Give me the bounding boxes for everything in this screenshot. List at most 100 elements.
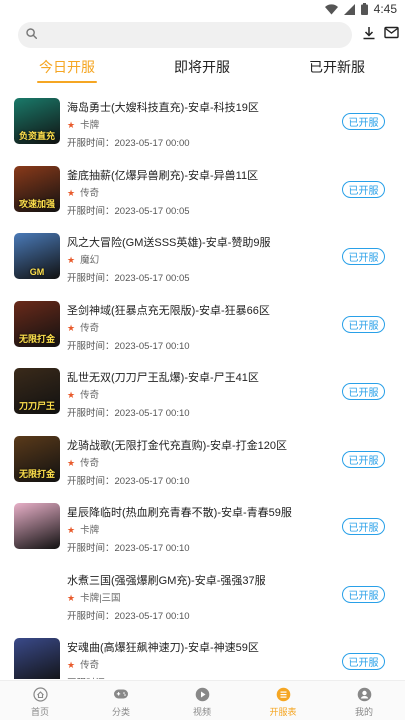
server-info: 安魂曲(高爆狂飙神速刀)-安卓-神速59区 ★ 传奇开服时间：2023-05-17 … <box>67 641 337 679</box>
open-time-value: 2023-05-17 00:10 <box>115 678 190 679</box>
open-time-label: 开服时间： <box>67 475 115 487</box>
nav-label: 开服表 <box>269 707 297 717</box>
server-info: 海岛勇士(大嫂科技直充)-安卓-科技19区 ★ 卡牌开服时间：2023-05-17 … <box>67 101 337 150</box>
game-thumbnail[interactable]: 负资直充 <box>14 98 60 144</box>
server-title[interactable]: 水煮三国(强强爆刷GM充)-安卓-强强37服 <box>67 574 337 588</box>
category-label: 传奇 <box>80 457 100 469</box>
server-row[interactable]: 负资直充 海岛勇士(大嫂科技直充)-安卓-科技19区 ★ 卡牌开服时间：2023-05… <box>0 92 405 160</box>
server-row[interactable]: 星辰降临时(热血刷充青春不散)-安卓-青春59服 ★ 卡牌 开服时间：2023-05-… <box>0 497 405 565</box>
game-thumbnail[interactable] <box>14 503 60 549</box>
opened-button[interactable]: 已开服 <box>342 518 385 535</box>
server-info: 水煮三国(强强爆刷GM充)-安卓-强强37服 ★ 卡牌|三国 开服时间：2023-05… <box>67 574 337 623</box>
user-icon <box>356 686 372 702</box>
server-list-icon <box>275 686 291 702</box>
open-time-label: 开服时间： <box>67 340 115 352</box>
open-time-value: 2023-05-17 00:05 <box>114 205 190 217</box>
category-label: 传奇 <box>80 660 100 671</box>
server-row[interactable]: 无限打金 圣剑神域(狂暴点充无限版)-安卓-狂暴66区 ★ 传奇开服时间：2023-0… <box>0 295 405 363</box>
server-category: ★ 卡牌|三国 <box>67 592 337 605</box>
nav-label: 首页 <box>30 707 49 717</box>
server-title[interactable]: 釜底抽薪(亿爆异兽刷充)-安卓-异兽11区 <box>67 169 337 183</box>
server-category: ★ 传奇 <box>67 187 337 200</box>
server-row[interactable]: 刀刀尸王 乱世无双(刀刀尸王乱爆)-安卓-尸王41区 ★ 传奇 开服时间：2023-05… <box>0 362 405 430</box>
opened-button[interactable]: 已开服 <box>342 315 385 333</box>
search-box[interactable] <box>18 22 352 48</box>
game-thumbnail[interactable] <box>14 638 60 679</box>
nav-server-list[interactable]: 开服表 <box>253 686 313 718</box>
server-row[interactable]: 安魂曲(高爆狂飙神速刀)-安卓-神速59区 ★ 传奇开服时间：2023-05-17 … <box>0 632 405 679</box>
server-title[interactable]: 安魂曲(高爆狂飙神速刀)-安卓-神速59区 <box>67 641 337 655</box>
open-time-value: 2023-05-17 00:10 <box>114 475 190 487</box>
server-title[interactable]: 风之大冒险(GM送SSS英雄)-安卓-赞助9服 <box>67 236 337 250</box>
category-label: 卡牌|三国 <box>80 592 121 604</box>
open-time-label: 开服时间： <box>67 205 115 217</box>
search-input[interactable] <box>43 23 352 47</box>
category-label: 魔幻 <box>80 255 100 266</box>
tab-label: 已开新服 <box>309 59 365 75</box>
game-thumbnail[interactable] <box>14 570 60 617</box>
opened-button[interactable]: 已开服 <box>342 180 385 198</box>
open-time: 开服时间：2023-05-17 00:10 <box>67 340 337 353</box>
open-time: 开服时间：2023-05-17 00:10 <box>67 610 337 623</box>
opened-button[interactable]: 已开服 <box>342 450 385 468</box>
open-time: 开服时间：2023-05-17 00:00 <box>67 137 337 150</box>
tab-today[interactable]: 今日开服 <box>17 55 117 85</box>
opened-button[interactable]: 已开服 <box>342 248 385 265</box>
server-title[interactable]: 龙骑战歌(无限打金代充直购)-安卓-打金120区 <box>67 439 337 453</box>
wifi-icon <box>324 3 338 15</box>
star-icon: ★ <box>67 120 76 130</box>
opened-button[interactable]: 已开服 <box>342 585 385 603</box>
tab-label: 今日开服 <box>39 59 95 75</box>
star-icon: ★ <box>67 255 76 265</box>
opened-button[interactable]: 已开服 <box>342 383 385 400</box>
open-time: 开服时间：2023-05-17 00:05 <box>67 205 337 218</box>
server-category: ★ 卡牌 <box>67 524 337 537</box>
opened-button[interactable]: 已开服 <box>342 113 385 130</box>
server-title[interactable]: 乱世无双(刀刀尸王乱爆)-安卓-尸王41区 <box>67 371 337 385</box>
opened-button[interactable]: 已开服 <box>342 653 385 670</box>
nav-label: 我的 <box>354 707 373 717</box>
thumbnail-caption: 负资直充 <box>18 131 55 141</box>
open-time-value: 2023-05-17 00:10 <box>114 408 190 419</box>
download-icon <box>362 26 376 45</box>
tab-underline <box>37 81 97 83</box>
download-button[interactable] <box>360 26 378 44</box>
server-row[interactable]: 水煮三国(强强爆刷GM充)-安卓-强强37服 ★ 卡牌|三国 开服时间：2023-05… <box>0 565 405 633</box>
thumbnail-caption: 刀刀尸王 <box>18 401 55 411</box>
server-list: 负资直充 海岛勇士(大嫂科技直充)-安卓-科技19区 ★ 卡牌 开服时间：2023-05… <box>0 92 405 679</box>
open-time-label: 开服时间： <box>67 678 115 679</box>
star-icon: ★ <box>67 525 76 535</box>
message-button[interactable] <box>382 26 400 44</box>
search-row <box>0 22 405 48</box>
category-label: 传奇 <box>80 187 100 199</box>
server-category: ★ 传奇 <box>67 457 337 470</box>
server-title[interactable]: 星辰降临时(热血刷充青春不散)-安卓-青春59服 <box>67 506 337 520</box>
server-row[interactable]: GM 风之大冒险(GM送SSS英雄)-安卓-赞助9服 ★ 魔幻开服时间：2023-05… <box>0 227 405 295</box>
game-thumbnail[interactable]: 无限打金 <box>14 435 60 482</box>
server-row[interactable]: 攻速加强 釜底抽薪(亿爆异兽刷充)-安卓-异兽11区 ★ 传奇开服时间：2023-05… <box>0 160 405 228</box>
nav-home[interactable]: 首页 <box>10 686 70 718</box>
game-thumbnail[interactable]: 无限打金 <box>14 300 60 347</box>
category-label: 传奇 <box>80 390 100 401</box>
star-icon: ★ <box>67 457 76 468</box>
thumbnail-caption: 攻速加强 <box>18 198 55 209</box>
game-thumbnail[interactable]: 攻速加强 <box>14 165 60 212</box>
nav-video[interactable]: 视频 <box>172 686 232 718</box>
game-thumbnail[interactable]: GM <box>14 233 60 279</box>
game-thumbnail[interactable]: 刀刀尸王 <box>14 368 60 414</box>
category-label: 卡牌 <box>80 120 100 131</box>
tab-upcoming[interactable]: 即将开服 <box>152 55 252 85</box>
nav-mine[interactable]: 我的 <box>334 686 394 718</box>
server-row[interactable]: 无限打金 龙骑战歌(无限打金代充直购)-安卓-打金120区 ★ 传奇开服时间：2023… <box>0 430 405 498</box>
server-info: 龙骑战歌(无限打金代充直购)-安卓-打金120区 ★ 传奇开服时间：2023-05-… <box>67 439 337 488</box>
server-title[interactable]: 海岛勇士(大嫂科技直充)-安卓-科技19区 <box>67 101 337 115</box>
open-time: 开服时间：2023-05-17 00:05 <box>67 272 337 285</box>
nav-category[interactable]: 分类 <box>91 686 151 718</box>
tab-label: 即将开服 <box>174 59 230 75</box>
search-icon <box>26 26 38 44</box>
server-category: ★ 卡牌 <box>67 119 337 132</box>
tab-opened[interactable]: 已开新服 <box>287 55 387 85</box>
thumbnail-caption: 无限打金 <box>18 468 55 479</box>
server-title[interactable]: 圣剑神域(狂暴点充无限版)-安卓-狂暴66区 <box>67 304 337 318</box>
server-category: ★ 传奇 <box>67 322 337 335</box>
